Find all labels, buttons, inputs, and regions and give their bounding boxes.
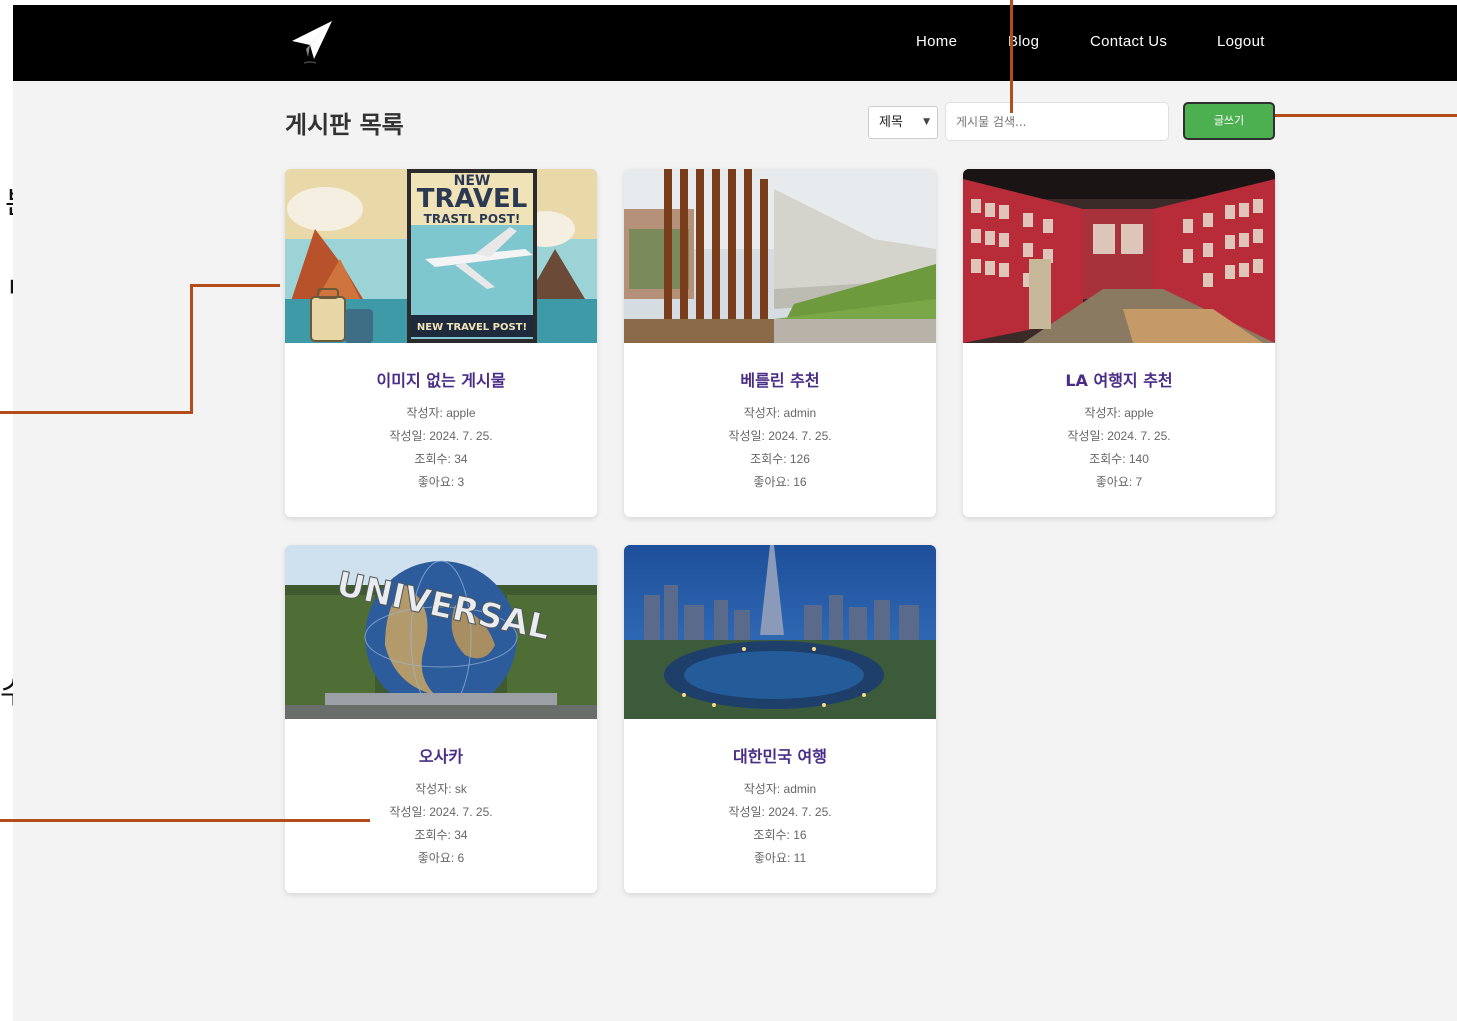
annotation-line xyxy=(0,411,193,414)
document-page: 본 번째 수, ᆯ - Home Blog Contact Us Logout … xyxy=(0,0,1457,1021)
post-date: 작성일: 2024. 7. 25. xyxy=(728,805,832,819)
post-author: 작성자: apple xyxy=(406,406,476,420)
post-likes: 좋아요: 11 xyxy=(753,851,807,865)
write-post-button[interactable]: 글쓰기 xyxy=(1183,102,1275,140)
thumb-label: TRAVEL xyxy=(417,184,528,214)
post-card[interactable]: 베를린 추천 작성자: admin 작성일: 2024. 7. 25. 조회수:… xyxy=(624,169,936,517)
post-thumbnail xyxy=(624,169,936,343)
annotation-line xyxy=(0,819,370,822)
post-date: 작성일: 2024. 7. 25. xyxy=(389,429,493,443)
nav-contact-link[interactable]: Contact Us xyxy=(1090,33,1167,50)
post-title[interactable]: 오사카 xyxy=(285,743,597,767)
annotation-line xyxy=(1275,114,1457,117)
post-title[interactable]: 베를린 추천 xyxy=(624,367,936,391)
post-title[interactable]: 이미지 없는 게시물 xyxy=(285,367,597,391)
post-author: 작성자: admin xyxy=(743,782,817,796)
post-thumbnail: UNIVERSAL xyxy=(285,545,597,719)
post-likes: 좋아요: 6 xyxy=(417,851,465,865)
paper-plane-logo-icon[interactable] xyxy=(290,17,340,67)
post-card[interactable]: NEW TRAVEL TRASTL POST! NEW TRAVEL POST!… xyxy=(285,169,597,517)
page-title: 게시판 목록 xyxy=(285,111,404,139)
post-views: 조회수: 16 xyxy=(753,828,807,842)
post-views: 조회수: 34 xyxy=(414,452,468,466)
post-author: 작성자: apple xyxy=(1084,406,1154,420)
post-date: 작성일: 2024. 7. 25. xyxy=(1067,429,1171,443)
top-navbar: Home Blog Contact Us Logout xyxy=(13,5,1457,81)
post-date: 작성일: 2024. 7. 25. xyxy=(728,429,832,443)
search-input[interactable] xyxy=(945,102,1169,141)
post-author: 작성자: admin xyxy=(743,406,817,420)
post-views: 조회수: 34 xyxy=(414,828,468,842)
chevron-down-icon: ▼ xyxy=(923,117,930,127)
annotation-line xyxy=(190,284,193,414)
nav-logout-link[interactable]: Logout xyxy=(1217,33,1265,50)
post-date: 작성일: 2024. 7. 25. xyxy=(389,805,493,819)
post-card[interactable]: 대한민국 여행 작성자: admin 작성일: 2024. 7. 25. 조회수… xyxy=(624,545,936,893)
post-likes: 좋아요: 16 xyxy=(753,475,807,489)
post-author: 작성자: sk xyxy=(415,782,467,796)
post-thumbnail xyxy=(624,545,936,719)
nav-home-link[interactable]: Home xyxy=(916,33,957,50)
search-field-select[interactable]: 제목 ▼ xyxy=(868,106,938,139)
thumb-label: NEW TRAVEL POST! xyxy=(417,322,527,333)
thumb-label: TRASTL POST! xyxy=(424,212,521,226)
post-likes: 좋아요: 7 xyxy=(1095,475,1143,489)
app-screenshot: Home Blog Contact Us Logout 게시판 목록 제목 ▼ … xyxy=(13,5,1457,1021)
annotation-line xyxy=(190,284,280,287)
annotation-line xyxy=(1010,0,1013,113)
post-views: 조회수: 126 xyxy=(750,452,810,466)
search-select-value: 제목 xyxy=(879,115,903,130)
post-views: 조회수: 140 xyxy=(1089,452,1149,466)
post-title[interactable]: 대한민국 여행 xyxy=(624,743,936,767)
post-card[interactable]: UNIVERSAL 오사카 작성자: sk 작성일: 2024. 7. 25. … xyxy=(285,545,597,893)
post-title[interactable]: LA 여행지 추천 xyxy=(963,367,1275,391)
post-thumbnail xyxy=(963,169,1275,343)
post-likes: 좋아요: 3 xyxy=(417,475,465,489)
post-card[interactable]: LA 여행지 추천 작성자: apple 작성일: 2024. 7. 25. 조… xyxy=(963,169,1275,517)
post-thumbnail: NEW TRAVEL TRASTL POST! NEW TRAVEL POST! xyxy=(285,169,597,343)
